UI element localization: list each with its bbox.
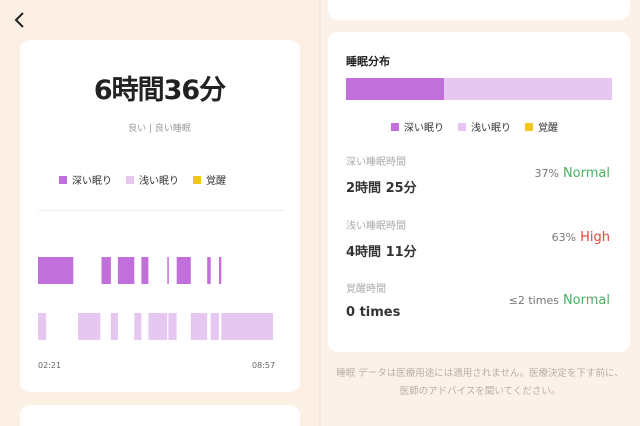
light-sleep-value: 4時間 11分: [346, 245, 417, 260]
medical-disclaimer: 睡眠 データは医療用途には適用されません。医療決定を下す前に、医師のアドバイスを…: [336, 368, 624, 397]
light-sleep-segment: [444, 78, 612, 100]
sleep-distribution-pane: 睡眠分布 深い眠り 浅い眠り 覚醒 深い睡眠時間 2時間 25分 37% Norm…: [0, 0, 640, 426]
distribution-legend: 深い眠り 浅い眠り 覚醒: [391, 119, 558, 134]
awake-assessment: ≤2 times Normal: [509, 293, 610, 308]
light-sleep-assessment: 63% High: [552, 230, 610, 245]
light-sleep-status: High: [580, 230, 610, 245]
light-sleep-swatch: [458, 122, 466, 131]
legend-item-awake: 覚醒: [525, 119, 558, 134]
awake-label: 覚醒時間: [346, 284, 386, 295]
legend-label-light: 浅い眠り: [471, 123, 511, 134]
legend-item-deep: 深い眠り: [391, 119, 444, 134]
deep-sleep-status: Normal: [562, 166, 610, 181]
awake-swatch: [525, 122, 533, 131]
deep-sleep-ratio: 37%: [534, 167, 559, 180]
legend-label-deep: 深い眠り: [404, 123, 444, 134]
deep-sleep-value: 2時間 25分: [346, 181, 417, 196]
awake-status: Normal: [562, 293, 610, 308]
distribution-title: 睡眠分布: [346, 55, 390, 68]
legend-item-light: 浅い眠り: [458, 119, 511, 134]
distribution-bar: [346, 78, 612, 100]
previous-card: [328, 0, 630, 20]
deep-sleep-swatch: [391, 122, 399, 131]
legend-label-awake: 覚醒: [538, 123, 558, 134]
deep-sleep-label: 深い睡眠時間: [346, 157, 406, 168]
deep-sleep-assessment: 37% Normal: [535, 166, 611, 181]
awake-value: 0 times: [346, 305, 401, 320]
light-sleep-ratio: 63%: [551, 231, 577, 244]
awake-ratio: ≤2 times: [508, 294, 559, 307]
light-sleep-label: 浅い睡眠時間: [346, 221, 406, 232]
deep-sleep-segment: [346, 78, 445, 100]
